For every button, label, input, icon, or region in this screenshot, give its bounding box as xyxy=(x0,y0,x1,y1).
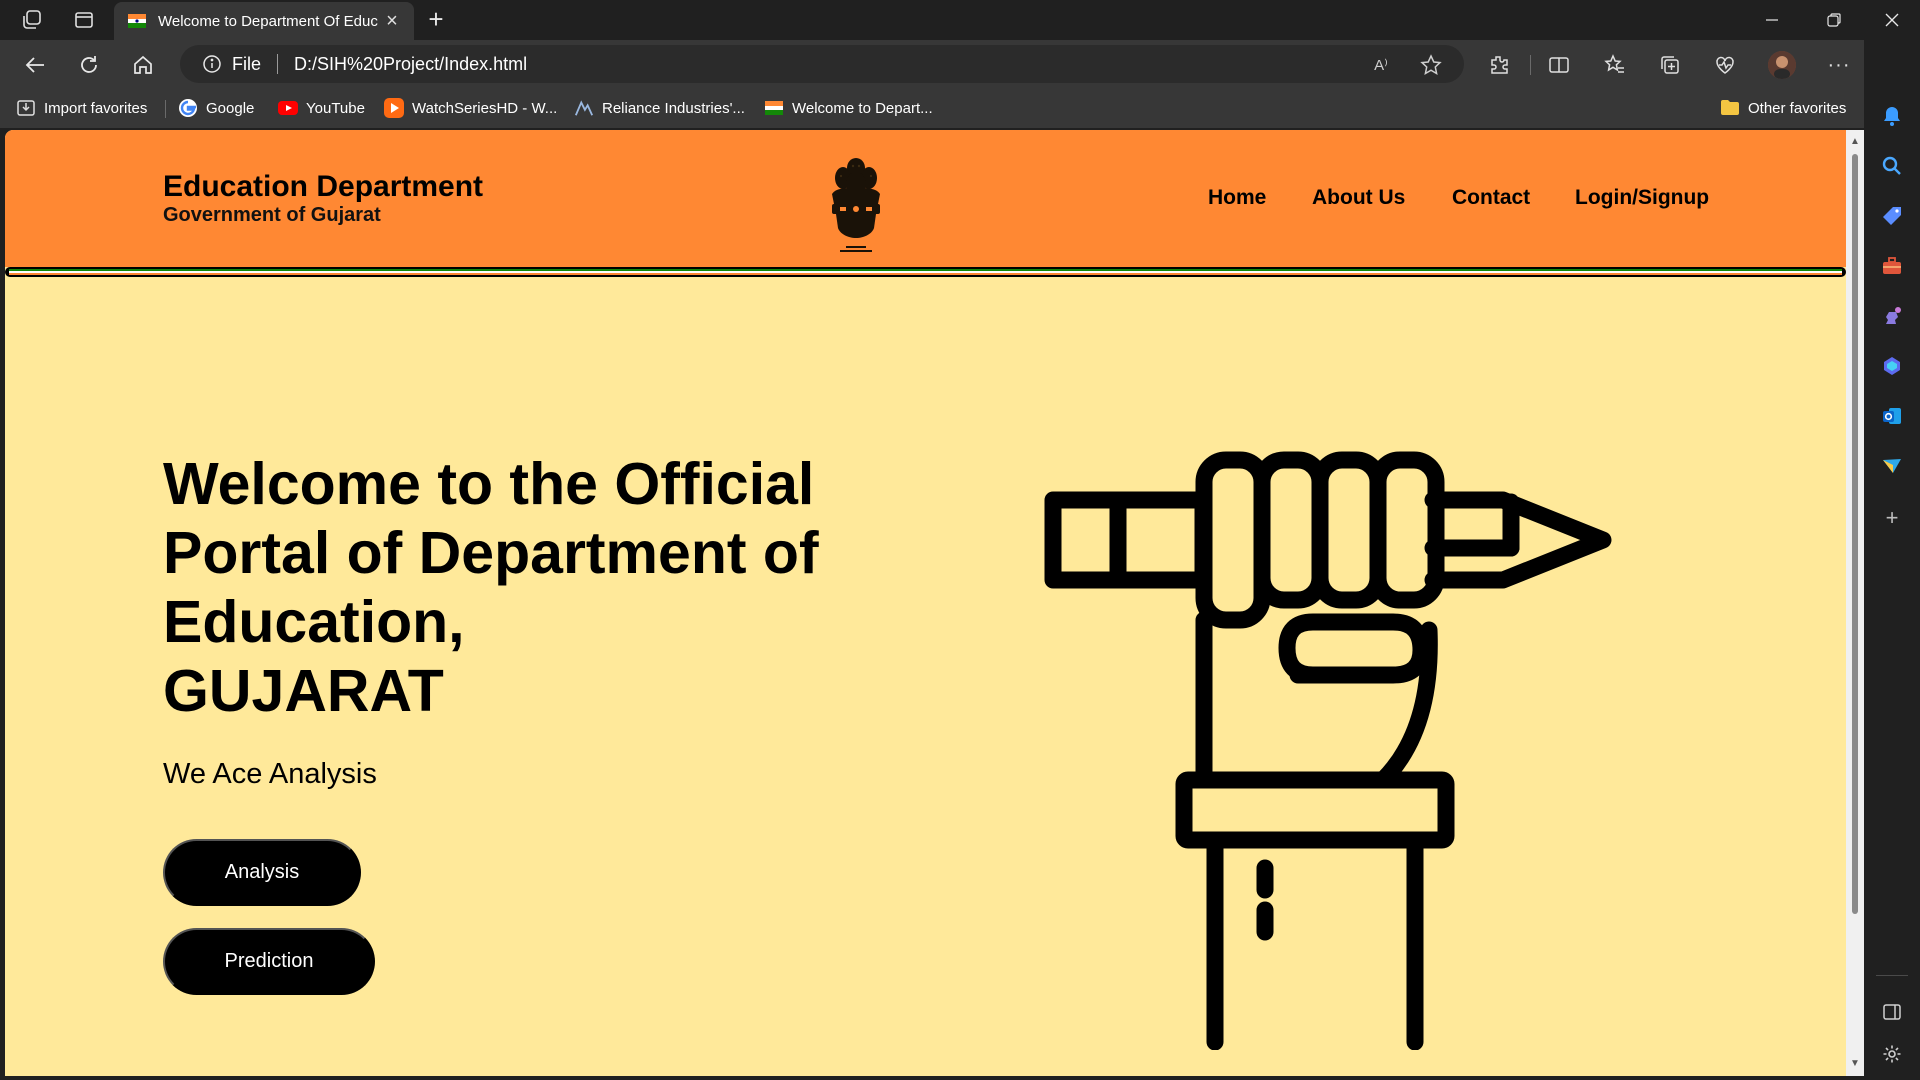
flag-icon xyxy=(764,98,784,118)
more-options-icon[interactable]: ··· xyxy=(1826,52,1852,78)
hero-title-line: Portal of Department of xyxy=(163,520,819,586)
national-emblem-icon xyxy=(832,158,880,252)
favorite-watchseries[interactable]: WatchSeriesHD - W... xyxy=(384,96,557,120)
import-icon xyxy=(16,98,36,118)
page-viewport: Education Department Government of Gujar… xyxy=(5,130,1846,1076)
minimize-icon[interactable] xyxy=(1750,6,1794,34)
scroll-down-icon[interactable]: ▼ xyxy=(1850,1058,1860,1069)
tab-actions-icon[interactable] xyxy=(72,8,96,32)
browser-toolbar: File D:/SIH%20Project/Index.html A⁾ ··· xyxy=(0,40,1920,88)
favorite-label: Reliance Industries'... xyxy=(602,99,745,117)
brand-subtitle: Government of Gujarat xyxy=(163,204,381,226)
tab-title: Welcome to Department Of Educ xyxy=(158,12,378,30)
browser-essentials-icon[interactable] xyxy=(1712,52,1738,78)
hero-subtitle: We Ace Analysis xyxy=(163,758,377,790)
tools-icon[interactable] xyxy=(1880,254,1904,278)
hero-title-line: Welcome to the Official xyxy=(163,451,815,517)
games-icon[interactable] xyxy=(1880,304,1904,328)
split-screen-icon[interactable] xyxy=(1546,52,1572,78)
close-window-icon[interactable] xyxy=(1870,6,1914,34)
favorite-reliance[interactable]: Reliance Industries'... xyxy=(574,96,745,120)
tab-active[interactable]: Welcome to Department Of Educ × xyxy=(114,2,414,40)
play-icon xyxy=(384,98,404,118)
browser-tab-bar: Welcome to Department Of Educ × + xyxy=(0,0,1920,40)
restore-icon[interactable] xyxy=(1812,6,1856,34)
hero-title-line: GUJARAT xyxy=(163,658,444,724)
folder-icon xyxy=(1720,98,1740,118)
read-aloud-icon[interactable]: A⁾ xyxy=(1370,54,1392,76)
address-bar[interactable]: File D:/SIH%20Project/Index.html A⁾ xyxy=(180,45,1464,83)
favorites-divider xyxy=(165,100,166,118)
microsoft365-icon[interactable] xyxy=(1880,354,1904,378)
nav-login-link[interactable]: Login/Signup xyxy=(1575,186,1709,210)
favorites-icon[interactable] xyxy=(1602,52,1628,78)
sidebar-divider xyxy=(1876,975,1908,976)
scrollbar-thumb[interactable] xyxy=(1852,154,1858,914)
nav-about-link[interactable]: About Us xyxy=(1312,186,1405,210)
workspaces-icon[interactable] xyxy=(20,8,44,32)
page-scrollbar[interactable]: ▲ ▼ xyxy=(1846,130,1864,1076)
tab-close-icon[interactable]: × xyxy=(382,10,402,33)
favorite-label: Import favorites xyxy=(44,99,148,117)
favorite-youtube[interactable]: YouTube xyxy=(278,96,365,120)
add-sidebar-app-icon[interactable]: + xyxy=(1880,505,1904,530)
nav-home-link[interactable]: Home xyxy=(1208,186,1266,210)
site-info-icon[interactable] xyxy=(202,54,222,74)
favorite-star-icon[interactable] xyxy=(1420,54,1442,76)
toolbar-divider xyxy=(1530,55,1531,75)
collections-icon[interactable] xyxy=(1657,52,1683,78)
google-icon xyxy=(178,98,198,118)
fist-pencil-illustration-icon xyxy=(1044,451,1612,1050)
nav-contact-link[interactable]: Contact xyxy=(1452,186,1530,210)
brand-title[interactable]: Education Department xyxy=(163,170,483,204)
hide-sidebar-icon[interactable] xyxy=(1880,1000,1904,1024)
favorite-google[interactable]: Google xyxy=(178,96,254,120)
url-scheme-label: File xyxy=(232,53,262,74)
search-icon[interactable] xyxy=(1880,154,1904,178)
site-header: Education Department Government of Gujar… xyxy=(5,130,1846,267)
tricolor-divider xyxy=(5,267,1846,277)
back-button[interactable] xyxy=(20,50,50,80)
hero-title: Welcome to the Official Portal of Depart… xyxy=(163,450,923,726)
edge-sidebar: + xyxy=(1864,40,1920,1080)
refresh-button[interactable] xyxy=(74,50,104,80)
favorites-bar: Import favorites Google YouTube WatchSer… xyxy=(0,88,1920,128)
youtube-icon xyxy=(278,98,298,118)
outlook-icon[interactable] xyxy=(1880,404,1904,428)
favorite-label: Google xyxy=(206,99,255,117)
extensions-icon[interactable] xyxy=(1486,52,1512,78)
send-icon[interactable] xyxy=(1880,454,1904,478)
notifications-icon[interactable] xyxy=(1880,104,1904,128)
profile-avatar[interactable] xyxy=(1768,51,1796,79)
tab-favicon-icon xyxy=(128,14,146,28)
reliance-icon xyxy=(574,98,594,118)
favorite-import[interactable]: Import favorites xyxy=(16,96,147,120)
settings-gear-icon[interactable] xyxy=(1880,1042,1904,1066)
scroll-up-icon[interactable]: ▲ xyxy=(1850,136,1860,147)
prediction-button[interactable]: Prediction xyxy=(163,928,375,995)
other-favorites[interactable]: Other favorites xyxy=(1720,96,1846,120)
hero-title-line: Education, xyxy=(163,589,465,655)
home-button[interactable] xyxy=(128,50,158,80)
new-tab-button[interactable]: + xyxy=(422,6,450,34)
favorite-welcome[interactable]: Welcome to Depart... xyxy=(764,96,933,120)
analysis-button[interactable]: Analysis xyxy=(163,839,361,906)
other-favorites-label: Other favorites xyxy=(1748,99,1847,117)
favorite-label: WatchSeriesHD - W... xyxy=(412,99,558,117)
url-separator xyxy=(277,54,279,74)
shopping-icon[interactable] xyxy=(1880,204,1904,228)
url-text[interactable]: D:/SIH%20Project/Index.html xyxy=(294,54,527,75)
favorite-label: Welcome to Depart... xyxy=(792,99,933,117)
favorite-label: YouTube xyxy=(306,99,365,117)
